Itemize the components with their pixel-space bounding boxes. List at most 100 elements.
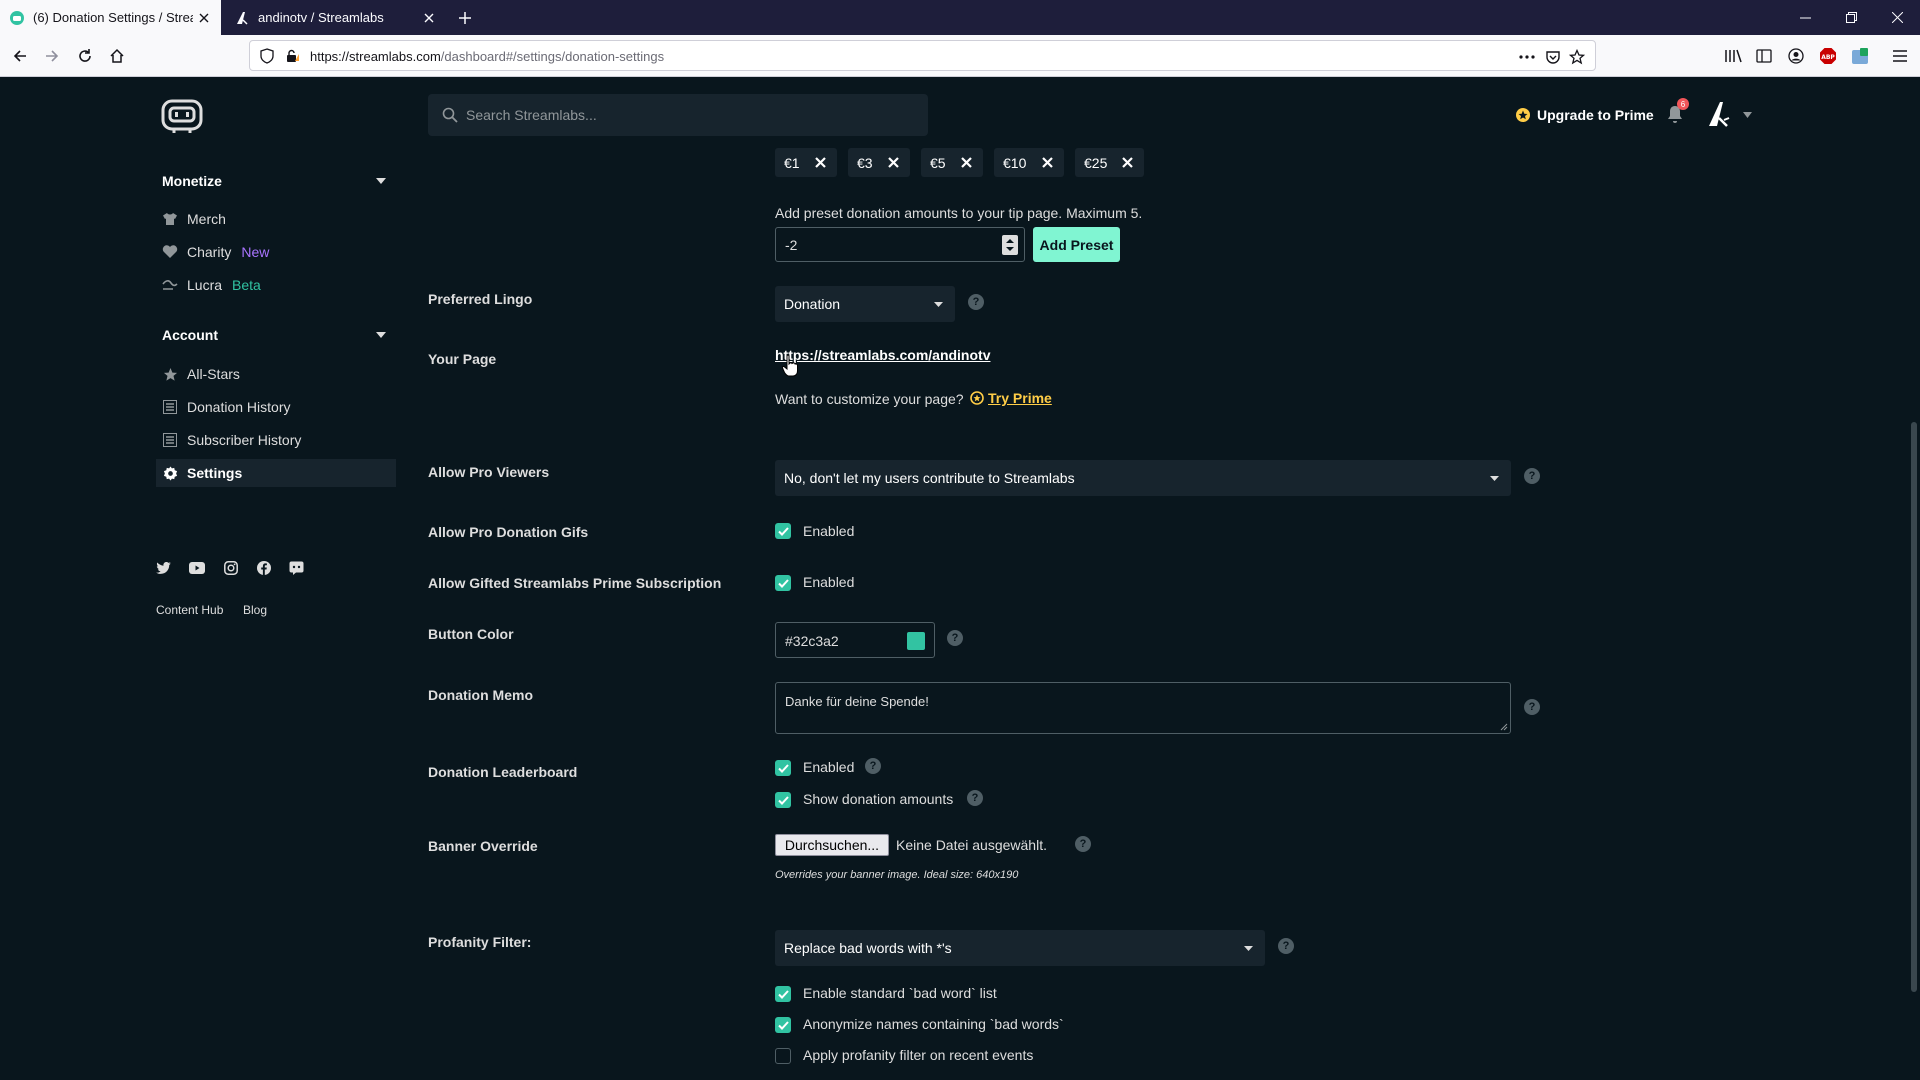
sidebar-item-settings[interactable]: Settings (156, 459, 396, 487)
page-scrollbar[interactable] (1911, 422, 1917, 992)
number-spinner-icon[interactable] (1002, 235, 1018, 255)
streamlabs-logo-icon[interactable] (160, 95, 204, 135)
try-prime-link[interactable]: Try Prime (970, 389, 1052, 407)
sidebar-item-merch[interactable]: Merch (156, 205, 396, 233)
search-input[interactable] (466, 94, 916, 136)
tracking-shield-icon[interactable] (259, 48, 275, 64)
add-preset-button[interactable]: Add Preset (1033, 227, 1120, 262)
lucra-icon (162, 277, 178, 293)
monetize-section-title[interactable]: Monetize (162, 173, 222, 189)
content-hub-link[interactable]: Content Hub (156, 603, 223, 617)
browser-nav-bar: https://streamlabs.com/dashboard#/settin… (0, 35, 1920, 77)
customize-page-text: Want to customize your page? (775, 391, 964, 407)
allow-pro-gifs-checkbox[interactable] (775, 523, 791, 539)
page-actions-icon[interactable] (1518, 48, 1536, 66)
back-icon[interactable] (6, 42, 34, 70)
twitter-icon[interactable] (154, 559, 172, 577)
account-section-title[interactable]: Account (162, 327, 218, 343)
resize-handle-icon[interactable] (1500, 723, 1508, 731)
youtube-icon[interactable] (188, 559, 206, 577)
facebook-icon[interactable] (255, 559, 273, 577)
help-icon[interactable]: ? (1524, 468, 1540, 484)
banner-override-label: Banner Override (428, 838, 538, 854)
sidebar-item-lucra[interactable]: Lucra Beta (156, 271, 396, 299)
account-collapse-caret-icon[interactable] (376, 332, 386, 338)
window-close-icon[interactable] (1874, 0, 1920, 35)
tab-close-icon[interactable] (418, 7, 440, 29)
banner-size-hint: Overrides your banner image. Ideal size:… (775, 869, 1019, 881)
browse-file-button[interactable]: Durchsuchen... (775, 834, 889, 856)
minimize-icon[interactable] (1782, 0, 1828, 35)
sidebar-item-label: Lucra (187, 277, 223, 293)
donation-memo-textarea[interactable]: Danke für deine Spende! (775, 682, 1511, 734)
anonymize-names-checkbox[interactable] (775, 1017, 791, 1033)
profanity-filter-select[interactable]: Replace bad words with *'s (775, 930, 1265, 966)
sidebar-item-subscriber-history[interactable]: Subscriber History (156, 426, 396, 454)
your-page-link[interactable]: https://streamlabs.com/andinotv (775, 347, 990, 363)
allow-gifted-prime-checkbox[interactable] (775, 575, 791, 591)
blog-link[interactable]: Blog (243, 603, 267, 617)
reload-icon[interactable] (71, 42, 99, 70)
sidebar-item-label: All-Stars (187, 366, 240, 382)
remove-preset-icon[interactable] (886, 156, 900, 170)
preset-amount: €10 (1003, 154, 1027, 171)
sidebar-item-charity[interactable]: Charity New (156, 238, 396, 266)
adblock-plus-icon[interactable]: ABP (1817, 45, 1839, 67)
monetize-collapse-caret-icon[interactable] (376, 178, 386, 184)
remove-preset-icon[interactable] (1040, 156, 1054, 170)
help-icon[interactable]: ? (1075, 836, 1091, 852)
leaderboard-enabled-checkbox[interactable] (775, 760, 791, 776)
standard-bad-word-list-checkbox[interactable] (775, 986, 791, 1002)
adblock-label: ABP (1821, 54, 1835, 61)
help-icon[interactable]: ? (1524, 699, 1540, 715)
help-icon[interactable]: ? (865, 758, 881, 774)
restore-icon[interactable] (1828, 0, 1874, 35)
color-swatch[interactable] (907, 632, 925, 650)
remove-preset-icon[interactable] (813, 156, 827, 170)
tab-donation-settings[interactable]: (6) Donation Settings / Streaml (0, 0, 221, 35)
help-icon[interactable]: ? (947, 630, 963, 646)
beta-badge: Beta (232, 277, 261, 293)
allow-pro-viewers-select[interactable]: No, don't let my users contribute to Str… (775, 460, 1511, 496)
menu-icon[interactable] (1889, 45, 1911, 67)
home-icon[interactable] (103, 42, 131, 70)
preferred-lingo-select[interactable]: Donation (775, 286, 955, 322)
sidebar-toggle-icon[interactable] (1753, 45, 1775, 67)
preset-amount-input[interactable]: -2 (775, 227, 1025, 262)
account-icon[interactable] (1785, 45, 1807, 67)
instagram-icon[interactable] (222, 559, 240, 577)
user-avatar[interactable] (1703, 98, 1735, 130)
selected-value: No, don't let my users contribute to Str… (784, 470, 1075, 486)
sidebar-item-all-stars[interactable]: All-Stars (156, 360, 396, 388)
sidebar-item-label: Settings (187, 465, 243, 481)
search-box[interactable] (428, 94, 928, 136)
url-bar[interactable]: https://streamlabs.com/dashboard#/settin… (249, 40, 1596, 71)
library-icon[interactable] (1722, 45, 1744, 67)
sidebar-item-donation-history[interactable]: Donation History (156, 393, 396, 421)
new-tab-icon[interactable] (453, 6, 477, 30)
discord-icon[interactable] (287, 559, 305, 577)
help-icon[interactable]: ? (967, 790, 983, 806)
upgrade-to-prime-button[interactable]: Upgrade to Prime (1515, 104, 1654, 126)
remove-preset-icon[interactable] (1120, 156, 1134, 170)
insecure-lock-icon[interactable] (284, 48, 300, 64)
help-icon[interactable]: ? (1278, 938, 1294, 954)
standard-bad-word-list-label: Enable standard `bad word` list (803, 985, 997, 1001)
forward-icon[interactable] (38, 42, 66, 70)
help-icon[interactable]: ? (968, 294, 984, 310)
streamlabs-dashboard: Monetize Merch Charity New Lucra Beta Ac… (0, 77, 1920, 1080)
recent-events-filter-checkbox[interactable] (775, 1048, 791, 1064)
preset-amount: €3 (857, 154, 873, 171)
tab-close-icon[interactable] (193, 7, 215, 29)
extension-icon[interactable] (1849, 45, 1871, 67)
browser-tab-bar: (6) Donation Settings / Streaml andinotv… (0, 0, 1920, 35)
button-color-input[interactable]: #32c3a2 (775, 622, 935, 658)
search-icon (442, 107, 458, 123)
pocket-icon[interactable] (1544, 48, 1562, 66)
account-menu-caret-icon[interactable] (1743, 112, 1752, 118)
tab-andinotv[interactable]: andinotv / Streamlabs (225, 0, 446, 35)
show-donation-amounts-checkbox[interactable] (775, 792, 791, 808)
recent-events-filter-label: Apply profanity filter on recent events (803, 1047, 1034, 1063)
remove-preset-icon[interactable] (959, 156, 973, 170)
bookmark-star-icon[interactable] (1568, 48, 1586, 66)
